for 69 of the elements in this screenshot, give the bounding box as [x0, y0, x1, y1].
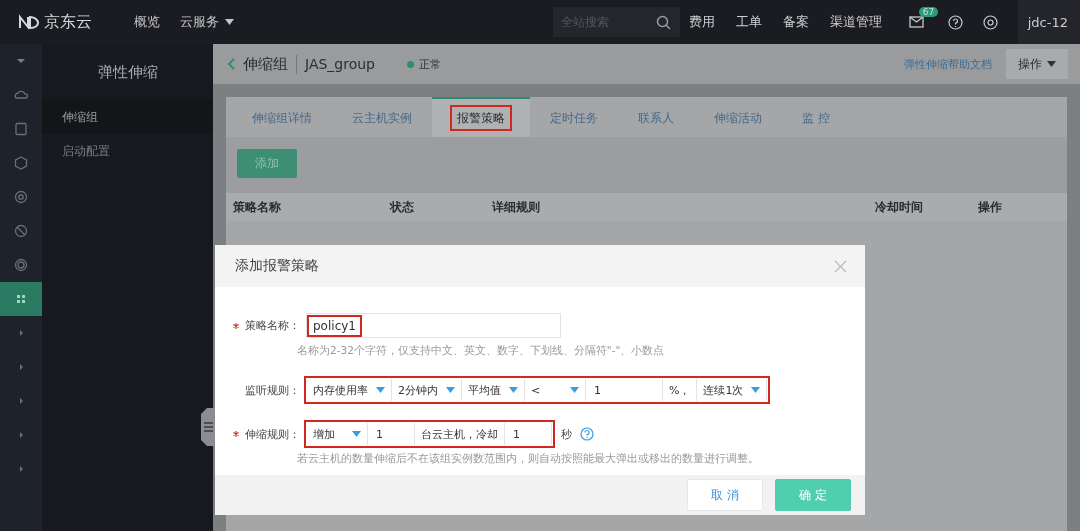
input-field[interactable]: policy1	[306, 313, 561, 338]
chevron-icon	[20, 330, 23, 336]
page-title: 伸缩组	[243, 54, 297, 74]
select-field[interactable]: 增加	[307, 423, 368, 445]
select-field[interactable]: 内存使用率	[307, 379, 392, 401]
ban-icon	[14, 224, 28, 238]
select-field[interactable]: 平均值	[462, 379, 525, 401]
status-text: 正常	[419, 56, 441, 72]
hint-text: 若云主机的数量伸缩后不在该组实例数范围内，则自动按照能最大弹出或移出的数量进行调整。	[297, 452, 760, 466]
hexagon-icon	[14, 156, 28, 170]
select-field[interactable]: 2分钟内	[392, 379, 462, 401]
tab[interactable]: 报警策略	[432, 97, 530, 137]
user-menu[interactable]: jdc-12	[1017, 0, 1080, 44]
unit-label: 台云主机，冷却	[415, 423, 505, 445]
field-label: 策略名称：	[244, 318, 300, 333]
settings-icon	[14, 190, 28, 204]
caret-icon	[17, 59, 25, 63]
input-field[interactable]: 1	[368, 423, 415, 445]
caret-icon	[446, 387, 455, 393]
field-label: 监听规则：	[244, 382, 300, 398]
input-field[interactable]: 1	[505, 423, 552, 445]
caret-icon	[751, 387, 761, 393]
close-icon[interactable]	[834, 259, 847, 273]
caret-icon	[225, 19, 234, 25]
brand-name: 京东云	[44, 11, 92, 33]
caret-icon	[509, 387, 518, 393]
sidebar-title: 弹性伸缩	[96, 61, 159, 83]
unit-label: %，	[663, 379, 698, 401]
help-icon[interactable]	[947, 14, 963, 30]
cancel-button[interactable]: 取 消	[687, 479, 763, 511]
rail-item[interactable]	[0, 282, 42, 316]
caret-icon	[376, 387, 385, 393]
caret-icon	[1047, 61, 1056, 67]
field-label: 伸缩规则：	[244, 426, 300, 442]
select-field[interactable]: <	[525, 379, 586, 401]
sidebar-item[interactable]: 启动配置	[42, 134, 213, 168]
target-icon[interactable]	[982, 14, 998, 30]
mail-icon[interactable]	[908, 16, 924, 28]
side-handle-icon[interactable]	[201, 408, 215, 446]
logo-icon	[18, 14, 40, 30]
nav-link[interactable]: 备案	[782, 13, 809, 31]
nav-link[interactable]: 费用	[688, 13, 715, 31]
nav-link[interactable]: 云服务	[180, 13, 234, 31]
required-icon	[233, 431, 239, 437]
ring-icon	[14, 258, 28, 272]
back-icon[interactable]	[227, 58, 235, 70]
action-button[interactable]: 操作	[1006, 49, 1068, 79]
chevron-icon	[20, 466, 23, 472]
input-field[interactable]: 1	[586, 379, 663, 401]
required-icon	[233, 322, 239, 329]
nav-link[interactable]: 工单	[735, 13, 762, 31]
chevron-icon	[20, 398, 23, 404]
sidebar-item[interactable]: 伸缩组	[42, 100, 213, 134]
caret-icon	[352, 431, 361, 437]
dialog-title: 添加报警策略	[235, 257, 319, 275]
chevron-icon	[20, 364, 23, 370]
unit-label: 秒	[561, 426, 572, 442]
nav-link[interactable]: 渠道管理	[829, 13, 882, 31]
cloud-icon	[14, 90, 29, 99]
nav-link[interactable]: 概览	[134, 13, 160, 31]
status-dot	[407, 60, 414, 68]
select-field[interactable]: 连续1次	[697, 379, 768, 401]
grid-icon	[17, 295, 25, 303]
chevron-icon	[20, 432, 23, 438]
table-header: 策略名称 状态 详细规则 冷却时间 操作	[226, 193, 1067, 221]
notification-badge: 67	[918, 7, 939, 17]
caret-icon	[570, 387, 579, 393]
hint-text: 名称为2-32个字符，仅支持中文、英文、数字、下划线、分隔符"-"、小数点	[297, 344, 666, 358]
group-name: JAS_group	[305, 56, 375, 72]
